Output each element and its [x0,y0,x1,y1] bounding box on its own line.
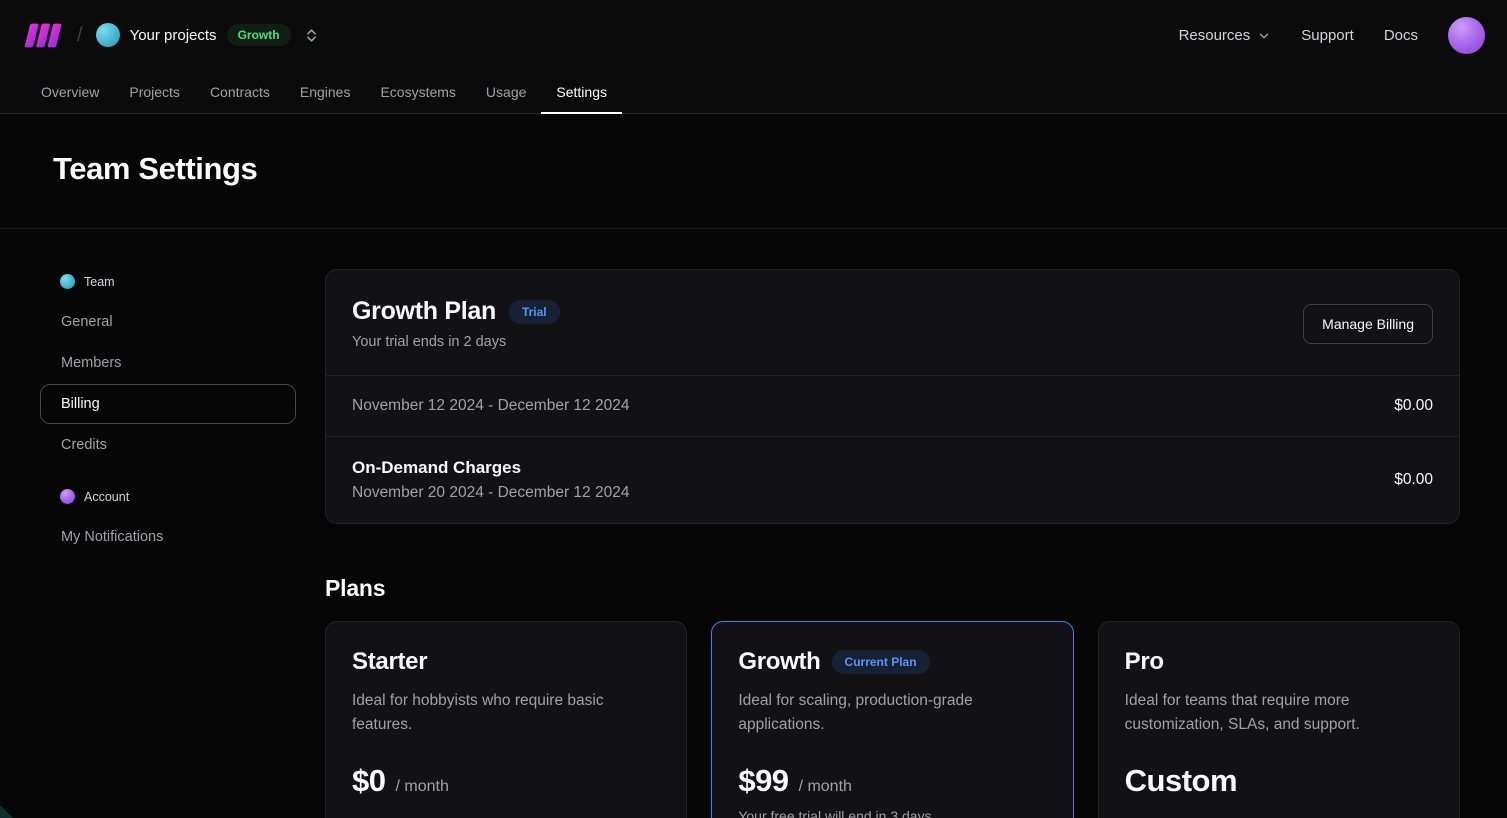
support-link[interactable]: Support [1301,27,1354,44]
topbar: / Your projects Growth Resources [0,0,1507,70]
breadcrumb-separator: / [77,24,83,47]
trial-ends-note: Your trial ends in 2 days [352,334,560,350]
sidebar-item-credits[interactable]: Credits [40,425,296,465]
billing-plan-info: Growth Plan Trial Your trial ends in 2 d… [352,297,560,350]
team-dot-avatar [60,274,75,289]
settings-sidebar: Team General Members Billing Credits Acc… [40,269,296,818]
plan-starter-period: / month [395,778,448,796]
on-demand-charges-info: On-Demand Charges November 20 2024 - Dec… [352,458,629,502]
dashboard-tabbar: Overview Projects Contracts Engines Ecos… [0,70,1507,114]
plan-growth-price-row: $99 / month [738,763,1046,799]
page-header: Team Settings [0,114,1507,229]
plan-card-growth: Growth Current Plan Ideal for scaling, p… [711,621,1073,818]
sidebar-group-account-label: Account [84,490,129,504]
tab-usage[interactable]: Usage [471,70,541,113]
resources-menu[interactable]: Resources [1179,27,1272,44]
on-demand-charges-period: November 20 2024 - December 12 2024 [352,484,629,502]
tab-projects[interactable]: Projects [114,70,195,113]
plan-growth-period: / month [799,778,852,796]
billing-period-amount: $0.00 [1394,397,1433,415]
plan-card-starter: Starter Ideal for hobbyists who require … [325,621,687,818]
plan-growth-title-row: Growth Current Plan [738,648,1046,676]
plan-pro-description: Ideal for teams that require more custom… [1125,689,1433,737]
current-plan-badge: Current Plan [832,650,930,674]
chevron-up-down-icon [303,27,320,44]
tab-engines[interactable]: Engines [285,70,366,113]
plan-growth-price: $99 [738,763,788,799]
team-name: Your projects [130,27,217,44]
plan-pro-name: Pro [1125,648,1164,676]
trial-badge: Trial [509,300,560,324]
sidebar-item-members[interactable]: Members [40,343,296,383]
plan-growth-name: Growth [738,648,820,676]
plan-card-pro: Pro Ideal for teams that require more cu… [1098,621,1460,818]
sidebar-group-account: Account [40,484,296,509]
billing-plan-title-row: Growth Plan Trial [352,297,560,326]
page-title: Team Settings [53,151,1454,187]
account-dot-avatar [60,489,75,504]
on-demand-charges-amount: $0.00 [1394,471,1433,489]
topbar-left: / Your projects Growth [22,22,320,49]
corner-artifact [0,805,13,818]
sidebar-spacer [40,466,296,484]
tab-ecosystems[interactable]: Ecosystems [365,70,470,113]
tab-overview[interactable]: Overview [26,70,114,113]
sidebar-item-my-notifications[interactable]: My Notifications [40,517,296,557]
team-plan-badge: Growth [227,24,291,46]
docs-link[interactable]: Docs [1384,27,1418,44]
billing-summary-card: Growth Plan Trial Your trial ends in 2 d… [325,269,1460,524]
plan-growth-description: Ideal for scaling, production-grade appl… [738,689,1046,737]
plan-starter-description: Ideal for hobbyists who require basic fe… [352,689,660,737]
team-avatar [96,23,120,47]
billing-plan-title: Growth Plan [352,297,496,326]
plan-starter-title-row: Starter [352,648,660,676]
content: Team General Members Billing Credits Acc… [0,229,1507,818]
plan-growth-trial-note: Your free trial will end in 3 days. [738,808,1046,818]
resources-label: Resources [1179,27,1251,44]
plan-starter-price-row: $0 / month [352,763,660,799]
thirdweb-logo[interactable] [22,22,64,49]
tab-settings[interactable]: Settings [541,70,622,113]
plans-grid: Starter Ideal for hobbyists who require … [325,621,1460,818]
plan-pro-price-row: Custom [1125,763,1433,799]
plan-pro-price: Custom [1125,763,1237,799]
sidebar-item-general[interactable]: General [40,302,296,342]
plan-pro-title-row: Pro [1125,648,1433,676]
team-switcher[interactable]: Your projects Growth [96,23,320,47]
thirdweb-logo-icon [22,22,64,49]
billing-period-row: November 12 2024 - December 12 2024 $0.0… [326,376,1459,437]
topbar-right: Resources Support Docs [1179,17,1485,54]
billing-card-header: Growth Plan Trial Your trial ends in 2 d… [326,270,1459,376]
tab-contracts[interactable]: Contracts [195,70,285,113]
plans-heading: Plans [325,575,1460,602]
sidebar-group-team: Team [40,269,296,294]
on-demand-charges-title: On-Demand Charges [352,458,629,478]
plan-starter-name: Starter [352,648,427,676]
plan-starter-price: $0 [352,763,385,799]
billing-period: November 12 2024 - December 12 2024 [352,397,629,415]
team-settings-page: / Your projects Growth Resources [0,0,1507,818]
billing-main: Growth Plan Trial Your trial ends in 2 d… [325,269,1460,818]
sidebar-group-team-label: Team [84,275,115,289]
on-demand-charges-row: On-Demand Charges November 20 2024 - Dec… [326,437,1459,523]
chevron-down-icon [1257,27,1271,43]
sidebar-item-billing[interactable]: Billing [40,384,296,424]
manage-billing-button[interactable]: Manage Billing [1303,304,1433,344]
user-avatar-button[interactable] [1448,17,1485,54]
